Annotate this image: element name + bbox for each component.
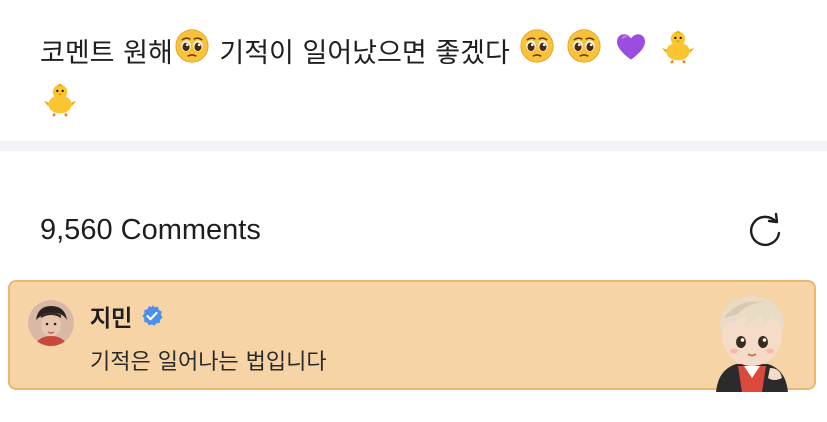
post-text: 코멘트 원해 기적이 일어났으면 좋겠다	[40, 28, 800, 134]
section-divider	[0, 141, 827, 151]
purple-heart-emoji-icon	[614, 29, 648, 80]
baby-chick-emoji-icon	[42, 81, 78, 134]
post-text-part1: 코멘트 원해	[40, 38, 173, 69]
verified-badge-icon	[142, 305, 163, 326]
comments-header: 9,560 Comments	[40, 207, 785, 253]
baby-chick-emoji-icon	[660, 28, 696, 81]
comment-author-row: 지민	[90, 298, 164, 334]
character-sticker-icon	[716, 296, 788, 392]
post-text-part2: 기적이 일어났으면 좋겠다	[210, 38, 510, 69]
pleading-face-emoji-icon	[175, 29, 209, 80]
avatar[interactable]	[28, 300, 74, 346]
comments-count: 9,560 Comments	[40, 213, 261, 246]
comment-body: 기적은 일어나는 법입니다	[90, 350, 327, 375]
refresh-button[interactable]	[745, 210, 785, 250]
pleading-face-emoji-icon	[520, 29, 554, 80]
refresh-icon	[749, 212, 781, 246]
pinned-comment-card[interactable]: 지민 기적은 일어나는 법입니다	[8, 280, 816, 392]
comment-author-name[interactable]: 지민	[90, 299, 132, 333]
pleading-face-emoji-icon	[567, 29, 601, 80]
